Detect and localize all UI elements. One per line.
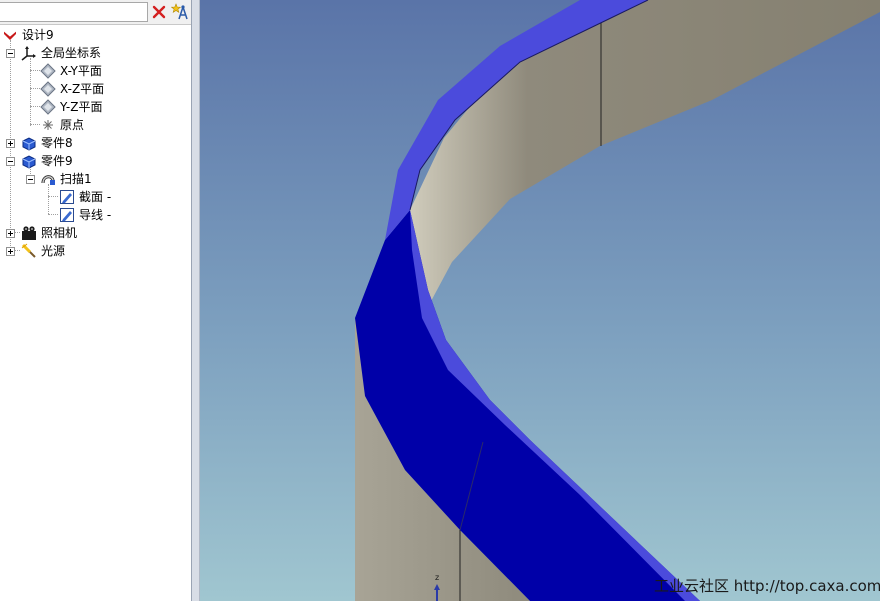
light-icon bbox=[21, 243, 37, 259]
tree-item-label: 全局坐标系 bbox=[41, 46, 102, 60]
filter-star-icon[interactable] bbox=[170, 3, 189, 21]
tree-item-origin[interactable]: 原点 bbox=[0, 116, 191, 134]
plane-icon bbox=[40, 81, 56, 97]
design-tree-panel: 设计9 全局坐标系 X-Y平面 X-Z平面 Y-Z平面 原点 零件8 零件9 扫… bbox=[0, 0, 191, 601]
tree-item-sweep1[interactable]: 扫描1 bbox=[0, 170, 191, 188]
plane-icon bbox=[40, 99, 56, 115]
collapse-toggle[interactable] bbox=[6, 157, 15, 166]
tree-item-light[interactable]: 光源 bbox=[0, 242, 191, 260]
model-view bbox=[200, 0, 880, 601]
sketch-icon bbox=[59, 207, 75, 223]
tree-item-label: Y-Z平面 bbox=[60, 100, 103, 114]
coordinate-triad: z bbox=[433, 572, 445, 601]
tree-item-label: 设计9 bbox=[22, 28, 54, 42]
expand-toggle[interactable] bbox=[6, 229, 15, 238]
part-icon bbox=[21, 153, 37, 169]
tree-item-part8[interactable]: 零件8 bbox=[0, 134, 191, 152]
clear-search-icon[interactable] bbox=[151, 4, 167, 20]
sketch-icon bbox=[59, 189, 75, 205]
expand-toggle[interactable] bbox=[6, 247, 15, 256]
expand-toggle[interactable] bbox=[6, 139, 15, 148]
tree-root-item[interactable]: 设计9 bbox=[0, 26, 191, 44]
camera-icon bbox=[21, 225, 37, 241]
tree-search-bar bbox=[0, 0, 191, 25]
origin-icon bbox=[40, 117, 56, 133]
tree-item-label: 照相机 bbox=[41, 226, 78, 240]
tree-item-guide-curve[interactable]: 导线 - bbox=[0, 206, 191, 224]
tree-item-label: X-Z平面 bbox=[60, 82, 105, 96]
design-icon bbox=[2, 27, 18, 43]
tree-search-input[interactable] bbox=[0, 2, 148, 22]
tree-item-xy-plane[interactable]: X-Y平面 bbox=[0, 62, 191, 80]
design-tree: 设计9 全局坐标系 X-Y平面 X-Z平面 Y-Z平面 原点 零件8 零件9 扫… bbox=[0, 26, 191, 601]
tree-item-yz-plane[interactable]: Y-Z平面 bbox=[0, 98, 191, 116]
watermark-text: 工业云社区 http://top.caxa.com/ bbox=[654, 577, 880, 595]
tree-item-section[interactable]: 截面 - bbox=[0, 188, 191, 206]
tree-item-label: X-Y平面 bbox=[60, 64, 102, 78]
sweep-feature-icon bbox=[40, 171, 56, 187]
panel-splitter[interactable] bbox=[191, 0, 200, 601]
plane-icon bbox=[40, 63, 56, 79]
tree-item-label: 零件9 bbox=[41, 154, 73, 168]
tree-item-label: 扫描1 bbox=[60, 172, 92, 186]
tree-item-label: 零件8 bbox=[41, 136, 73, 150]
tree-item-global-coordinates[interactable]: 全局坐标系 bbox=[0, 44, 191, 62]
tree-item-label: 光源 bbox=[41, 244, 66, 258]
tree-item-label: 原点 bbox=[60, 118, 85, 132]
tree-item-label: 导线 - bbox=[79, 208, 112, 222]
tree-item-xz-plane[interactable]: X-Z平面 bbox=[0, 80, 191, 98]
collapse-toggle[interactable] bbox=[6, 49, 15, 58]
tree-item-label: 截面 - bbox=[79, 190, 112, 204]
tree-item-part9[interactable]: 零件9 bbox=[0, 152, 191, 170]
3d-viewport[interactable]: z bbox=[200, 0, 880, 601]
collapse-toggle[interactable] bbox=[26, 175, 35, 184]
part-icon bbox=[21, 135, 37, 151]
tree-item-camera[interactable]: 照相机 bbox=[0, 224, 191, 242]
axes-icon bbox=[21, 45, 37, 61]
triad-z-label: z bbox=[435, 573, 439, 582]
